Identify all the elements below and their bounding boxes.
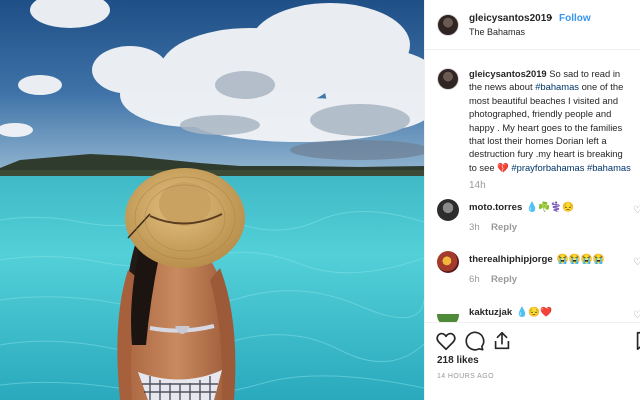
post-username[interactable]: gleicysantos2019 <box>469 13 552 24</box>
comment-row: moto.torres 💧☘️⚕️😔 3h Reply ♡ <box>425 199 640 245</box>
hashtag-link[interactable]: #bahamas <box>587 162 631 173</box>
comment-avatar[interactable] <box>437 199 459 221</box>
post-caption: gleicysantos2019 So sad to read in the n… <box>469 67 640 174</box>
hashtag-link[interactable]: #bahamas <box>535 81 579 92</box>
location-link[interactable]: The Bahamas <box>469 27 525 37</box>
comment-text: 😭😭😭😭 <box>556 254 605 265</box>
post-photo[interactable] <box>0 0 424 400</box>
post-side-panel: gleicysantos2019 • Follow The Bahamas gl… <box>424 0 640 400</box>
comment-timestamp[interactable]: 3h <box>469 222 480 233</box>
caption-line: that lost their homes Dorian left a <box>469 135 607 147</box>
comment-icon[interactable] <box>463 330 485 352</box>
avatar[interactable] <box>437 14 459 36</box>
comment-text: 💧😔❤️ <box>516 307 553 318</box>
comment-avatar[interactable] <box>437 251 459 273</box>
caption-timestamp[interactable]: 14h <box>469 180 486 191</box>
caption-avatar[interactable] <box>437 68 459 90</box>
post-actions-bar: 218 likes 14 HOURS AGO <box>425 322 640 400</box>
share-icon[interactable] <box>491 330 513 352</box>
caption-line: destruction fury .my heart is breaking <box>469 148 623 160</box>
caption-line: happy . My heart goes to the families <box>469 121 623 133</box>
comment-timestamp[interactable]: 6h <box>469 274 480 285</box>
follow-button[interactable]: Follow <box>559 13 591 24</box>
caption-line: most beautiful beaches I visited and <box>469 94 619 106</box>
post-header: gleicysantos2019 • Follow The Bahamas <box>425 0 640 50</box>
caption-username[interactable]: gleicysantos2019 <box>469 68 547 79</box>
bookmark-icon[interactable] <box>633 330 640 352</box>
comment-like-heart-icon[interactable]: ♡ <box>633 310 640 321</box>
comment-username[interactable]: kaktuzjak <box>469 307 512 318</box>
caption-line: the news about <box>469 81 536 93</box>
heart-icon[interactable] <box>435 330 457 352</box>
reply-button[interactable]: Reply <box>491 274 517 285</box>
comment-like-heart-icon[interactable]: ♡ <box>633 205 640 216</box>
caption-line: one of the <box>578 81 624 93</box>
caption-line: to see 💔 <box>469 161 512 173</box>
comment-username[interactable]: moto.torres <box>469 202 522 213</box>
separator-dot: • <box>549 13 553 24</box>
comment-row: therealhiphipjorge😭😭😭😭 6h Reply ♡ <box>425 251 640 297</box>
beach-photo-image <box>0 0 424 400</box>
caption-line: So sad to read in <box>546 68 621 79</box>
likes-count[interactable]: 218 likes <box>437 355 479 366</box>
comment-text: 💧☘️⚕️😔 <box>526 202 575 213</box>
hashtag-link[interactable]: #prayforbahamas <box>511 162 584 173</box>
post-timestamp: 14 HOURS AGO <box>437 373 494 380</box>
comment-like-heart-icon[interactable]: ♡ <box>633 257 640 268</box>
caption-line: photographed, friendly people and <box>469 108 612 120</box>
comment-username[interactable]: therealhiphipjorge <box>469 254 553 265</box>
reply-button[interactable]: Reply <box>491 222 517 233</box>
